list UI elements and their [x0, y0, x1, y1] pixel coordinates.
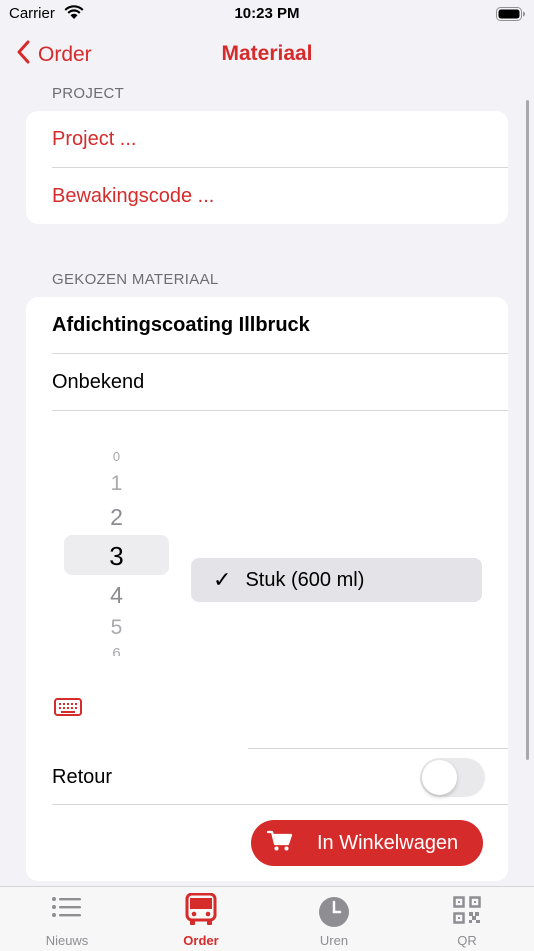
tab-order[interactable]: Order — [134, 887, 268, 951]
tab-order-label: Order — [183, 933, 219, 948]
material-card: Afdichtingscoating Illbruck Onbekend 0 1… — [26, 297, 508, 881]
divider — [52, 410, 508, 411]
tab-uren[interactable]: Uren — [267, 887, 401, 951]
tab-uren-label: Uren — [319, 933, 349, 948]
project-row[interactable]: Project ... — [26, 111, 508, 167]
picker-value[interactable]: 6 — [64, 647, 169, 656]
retour-label: Retour — [52, 765, 113, 788]
clock-time: 10:23 PM — [234, 5, 300, 22]
scroll-indicator[interactable] — [526, 100, 529, 760]
divider — [52, 804, 508, 805]
picker-value[interactable]: 2 — [64, 504, 169, 531]
tab-nieuws-label: Nieuws — [45, 933, 89, 948]
unit-option-label: Stuk (600 ml) — [245, 568, 365, 591]
tab-nieuws[interactable]: Nieuws — [0, 887, 134, 951]
picker-value[interactable]: 1 — [64, 472, 169, 496]
list-icon — [0, 895, 134, 921]
status-bar: Carrier 10:23 PM — [0, 0, 534, 30]
bewakingscode-row-label: Bewakingscode ... — [52, 184, 215, 207]
page-title: Materiaal — [221, 42, 313, 65]
unit-option-stuk[interactable]: ✓ Stuk (600 ml) — [191, 558, 482, 602]
tab-qr-label: QR — [457, 933, 477, 948]
project-card: Project ... Bewakingscode ... — [26, 111, 508, 224]
checkmark-icon: ✓ — [213, 567, 232, 592]
add-to-cart-label: In Winkelwagen — [317, 831, 459, 854]
retour-toggle[interactable] — [420, 758, 485, 797]
clock-icon — [267, 896, 401, 928]
tab-qr[interactable]: QR — [400, 887, 534, 951]
bus-icon — [134, 893, 268, 927]
qr-icon — [400, 896, 534, 924]
project-section-header: PROJECT — [52, 85, 125, 102]
material-status-row: Onbekend — [26, 354, 508, 410]
material-name-row: Afdichtingscoating Illbruck — [26, 297, 508, 353]
picker-value[interactable]: 0 — [64, 452, 169, 462]
picker-value[interactable]: 5 — [64, 616, 169, 640]
material-status: Onbekend — [52, 370, 145, 393]
material-section-header: GEKOZEN MATERIAAL — [52, 271, 219, 288]
battery-icon — [496, 7, 526, 26]
picker-selected-value[interactable]: 3 — [64, 541, 169, 572]
picker-value[interactable]: 4 — [64, 582, 169, 609]
material-name: Afdichtingscoating Illbruck — [52, 313, 310, 336]
bewakingscode-row[interactable]: Bewakingscode ... — [26, 168, 508, 224]
keyboard-icon[interactable] — [54, 698, 82, 721]
cart-icon — [266, 830, 293, 857]
navigation-bar: Order Materiaal — [0, 32, 534, 76]
add-to-cart-button[interactable]: In Winkelwagen — [251, 820, 483, 866]
toggle-knob — [422, 760, 457, 795]
project-row-label: Project ... — [52, 127, 137, 150]
tab-bar: Nieuws Order Uren QR — [0, 886, 534, 951]
